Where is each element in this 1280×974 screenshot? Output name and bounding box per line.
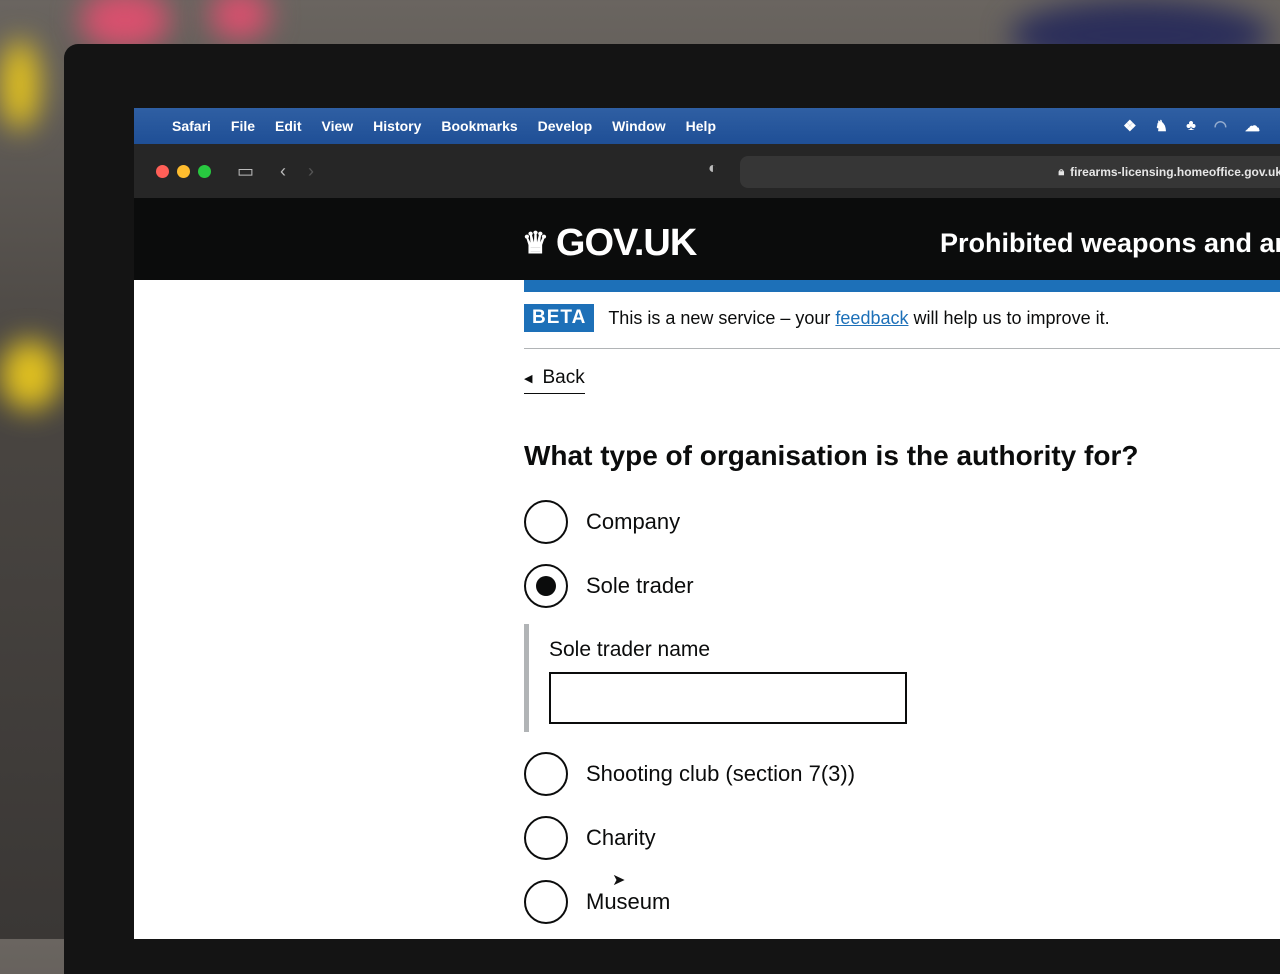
radio-label[interactable]: Sole trader — [586, 573, 694, 599]
radio-label[interactable]: Museum — [586, 889, 670, 915]
forward-arrow-icon[interactable]: › — [308, 161, 314, 182]
privacy-shield-icon[interactable]: ◐ — [708, 160, 718, 178]
phase-text-after: will help us to improve it. — [913, 307, 1110, 328]
menu-view[interactable]: View — [322, 118, 354, 134]
cloud-icon[interactable]: ☁ — [1245, 117, 1260, 135]
crown-icon: ♛ — [522, 227, 549, 260]
radio-option-museum[interactable]: Museum — [524, 870, 1280, 934]
sole-trader-name-input[interactable] — [549, 672, 907, 724]
sole-trader-name-label: Sole trader name — [549, 638, 711, 661]
radio-button[interactable] — [524, 564, 568, 608]
background-blur — [80, 0, 170, 50]
back-arrow-icon[interactable]: ‹ — [280, 161, 286, 182]
address-text: firearms-licensing.homeoffice.gov.uk — [1070, 165, 1280, 179]
beta-tag: BETA — [524, 304, 595, 332]
wifi-icon[interactable]: ◠ — [1214, 117, 1227, 135]
gov-logo-text: GOV.UK — [555, 222, 697, 264]
sidebar-icon[interactable]: ▭ — [237, 161, 254, 182]
sole-trader-conditional: Sole trader name — [524, 624, 1280, 732]
radio-button[interactable] — [524, 816, 568, 860]
question-heading: What type of organisation is the authori… — [524, 440, 1139, 471]
background-blur — [210, 0, 270, 40]
zoom-window-icon[interactable] — [198, 164, 211, 178]
radio-label[interactable]: Shooting club (section 7(3)) — [586, 761, 855, 787]
menu-app-name[interactable]: Safari — [172, 118, 211, 134]
radio-label[interactable]: Company — [586, 509, 680, 535]
radio-option-sole-trader[interactable]: Sole trader — [524, 554, 1280, 618]
radio-label[interactable]: Charity — [586, 825, 656, 851]
menu-develop[interactable]: Develop — [538, 118, 592, 134]
gov-logo[interactable]: ♛ GOV.UK — [522, 222, 697, 265]
radio-option-shooting-club[interactable]: Shooting club (section 7(3)) — [524, 742, 1280, 806]
radio-button[interactable] — [524, 752, 568, 796]
status-tray: ❖ ♞ ♣ ◠ ☁ — [1123, 117, 1260, 135]
radio-button[interactable] — [524, 500, 568, 544]
background-blur — [0, 340, 60, 410]
address-bar[interactable]: 🔒︎ firearms-licensing.homeoffice.gov.uk — [740, 156, 1280, 188]
back-link[interactable]: ◀ Back — [524, 367, 585, 394]
mac-menu-bar: Safari File Edit View History Bookmarks … — [134, 108, 1280, 144]
service-name[interactable]: Prohibited weapons and am — [940, 228, 1280, 259]
window-controls — [156, 164, 211, 178]
back-triangle-icon: ◀ — [524, 372, 533, 385]
main-content: BETA This is a new service – your feedba… — [524, 292, 1280, 934]
lock-icon: 🔒︎ — [1058, 165, 1065, 178]
minimize-window-icon[interactable] — [177, 164, 190, 178]
mouse-cursor-icon: ➤ — [612, 872, 626, 889]
phase-text-before: This is a new service – your — [608, 307, 831, 328]
close-window-icon[interactable] — [156, 164, 169, 178]
dropbox-icon[interactable]: ❖ — [1123, 117, 1136, 135]
menu-help[interactable]: Help — [686, 118, 716, 134]
elephant-icon[interactable]: ♣ — [1186, 117, 1196, 135]
feedback-link[interactable]: feedback — [835, 308, 908, 329]
gov-header: ♛ GOV.UK Prohibited weapons and am — [134, 198, 1280, 280]
menu-window[interactable]: Window — [612, 118, 666, 134]
menu-edit[interactable]: Edit — [275, 118, 301, 134]
menu-bookmarks[interactable]: Bookmarks — [441, 118, 517, 134]
menu-history[interactable]: History — [373, 118, 421, 134]
browser-toolbar: ▭ ‹ › ◐ 🔒︎ firearms-licensing.homeoffice… — [134, 144, 1280, 198]
radio-option-charity[interactable]: Charity — [524, 806, 1280, 870]
app-icon[interactable]: ♞ — [1155, 117, 1168, 135]
screen: Safari File Edit View History Bookmarks … — [134, 108, 1280, 939]
back-link-text: Back — [542, 367, 585, 388]
background-blur — [0, 40, 40, 130]
radio-option-company[interactable]: Company — [524, 490, 1280, 554]
phase-banner: BETA This is a new service – your feedba… — [524, 292, 1280, 349]
menu-file[interactable]: File — [231, 118, 255, 134]
radio-button[interactable] — [524, 880, 568, 924]
header-blue-bar — [524, 280, 1280, 292]
